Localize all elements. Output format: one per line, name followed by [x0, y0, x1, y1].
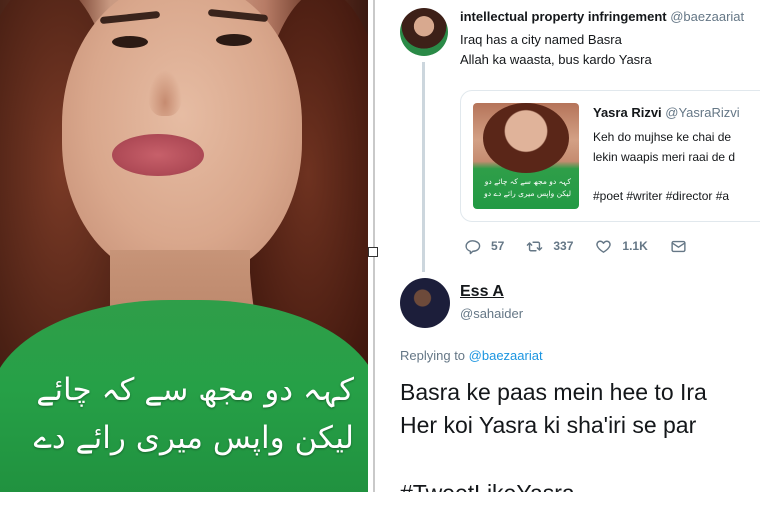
bottom-margin	[0, 492, 760, 510]
urdu-caption-line-2: لیکن واپس میری رائے دے	[33, 420, 354, 456]
quoted-tweet-card[interactable]: کہہ دو مجھ سے کہ چائے دو لیکن واپس میری …	[460, 90, 760, 222]
avatar[interactable]	[400, 8, 448, 56]
reply-count: 57	[491, 239, 505, 253]
tweet-text-line: Iraq has a city named Basra	[460, 32, 622, 47]
right-eye	[216, 34, 252, 46]
reply-button[interactable]: 57	[464, 238, 504, 255]
like-button[interactable]: 1.1K	[595, 238, 648, 255]
quoted-text-line: Keh do mujhse ke chai de	[593, 130, 732, 144]
envelope-icon	[671, 240, 686, 252]
quoted-author[interactable]: Yasra Rizvi @YasraRizvi	[593, 105, 740, 120]
reply-avatar[interactable]	[400, 278, 450, 328]
reply-tweet-text: Basra ke paas mein hee to Ira Her koi Ya…	[400, 376, 707, 442]
profile-photo: کہہ دو مجھ سے کہ چائے لیکن واپس میری رائ…	[0, 0, 368, 492]
tweet-text: Iraq has a city named Basra Allah ka waa…	[460, 30, 652, 70]
reply-icon	[465, 239, 481, 254]
resize-handle[interactable]	[368, 247, 378, 257]
lips	[112, 134, 204, 176]
nose	[148, 70, 182, 116]
replying-to: Replying to @baezaariat	[400, 348, 543, 363]
direct-message-button[interactable]	[670, 238, 697, 255]
thread-connector-line	[422, 62, 425, 272]
left-eye	[112, 36, 148, 48]
retweet-button[interactable]: 337	[526, 238, 573, 255]
user-handle[interactable]: @baezaariat	[670, 9, 744, 24]
replying-to-label: Replying to	[400, 348, 466, 363]
heart-icon	[596, 240, 612, 253]
reply-handle[interactable]: @sahaider	[460, 306, 523, 321]
quoted-hashtags[interactable]: #poet #writer #director #a	[593, 189, 729, 203]
reply-text-line: Basra ke paas mein hee to Ira	[400, 379, 707, 405]
urdu-caption-line-1: کہہ دو مجھ سے کہ چائے	[36, 372, 354, 408]
retweet-count: 337	[553, 239, 574, 253]
quoted-display-name[interactable]: Yasra Rizvi	[593, 105, 662, 120]
quoted-tweet-image[interactable]: کہہ دو مجھ سے کہ چائے دو لیکن واپس میری …	[473, 103, 579, 209]
panel-divider	[373, 0, 375, 492]
like-count: 1.1K	[622, 239, 648, 253]
display-name[interactable]: intellectual property infringement	[460, 9, 667, 24]
tweet-actions: 57 337 1.1K	[464, 236, 719, 256]
left-eyebrow	[99, 10, 161, 25]
quoted-tweet-text: Keh do mujhse ke chai de lekin waapis me…	[593, 127, 735, 167]
retweet-icon	[527, 241, 543, 251]
reply-text-line: Her koi Yasra ki sha'iri se par	[400, 412, 697, 438]
reply-display-name[interactable]: Ess A	[460, 283, 504, 301]
quoted-text-line: lekin waapis meri raai de d	[593, 150, 736, 164]
quoted-image-portrait	[483, 103, 569, 173]
right-eyebrow	[207, 8, 269, 23]
replying-to-handle[interactable]: @baezaariat	[469, 348, 543, 363]
quoted-image-caption-2: لیکن واپس میری رائے دے دو	[484, 189, 571, 198]
tweet-author[interactable]: intellectual property infringement @baez…	[460, 9, 744, 24]
quoted-handle[interactable]: @YasraRizvi	[665, 105, 739, 120]
quoted-image-caption-1: کہہ دو مجھ سے کہ چائے دو	[484, 177, 571, 186]
tweet-thread: intellectual property infringement @baez…	[378, 0, 760, 510]
tweet-text-line: Allah ka waasta, bus kardo Yasra	[460, 52, 652, 67]
